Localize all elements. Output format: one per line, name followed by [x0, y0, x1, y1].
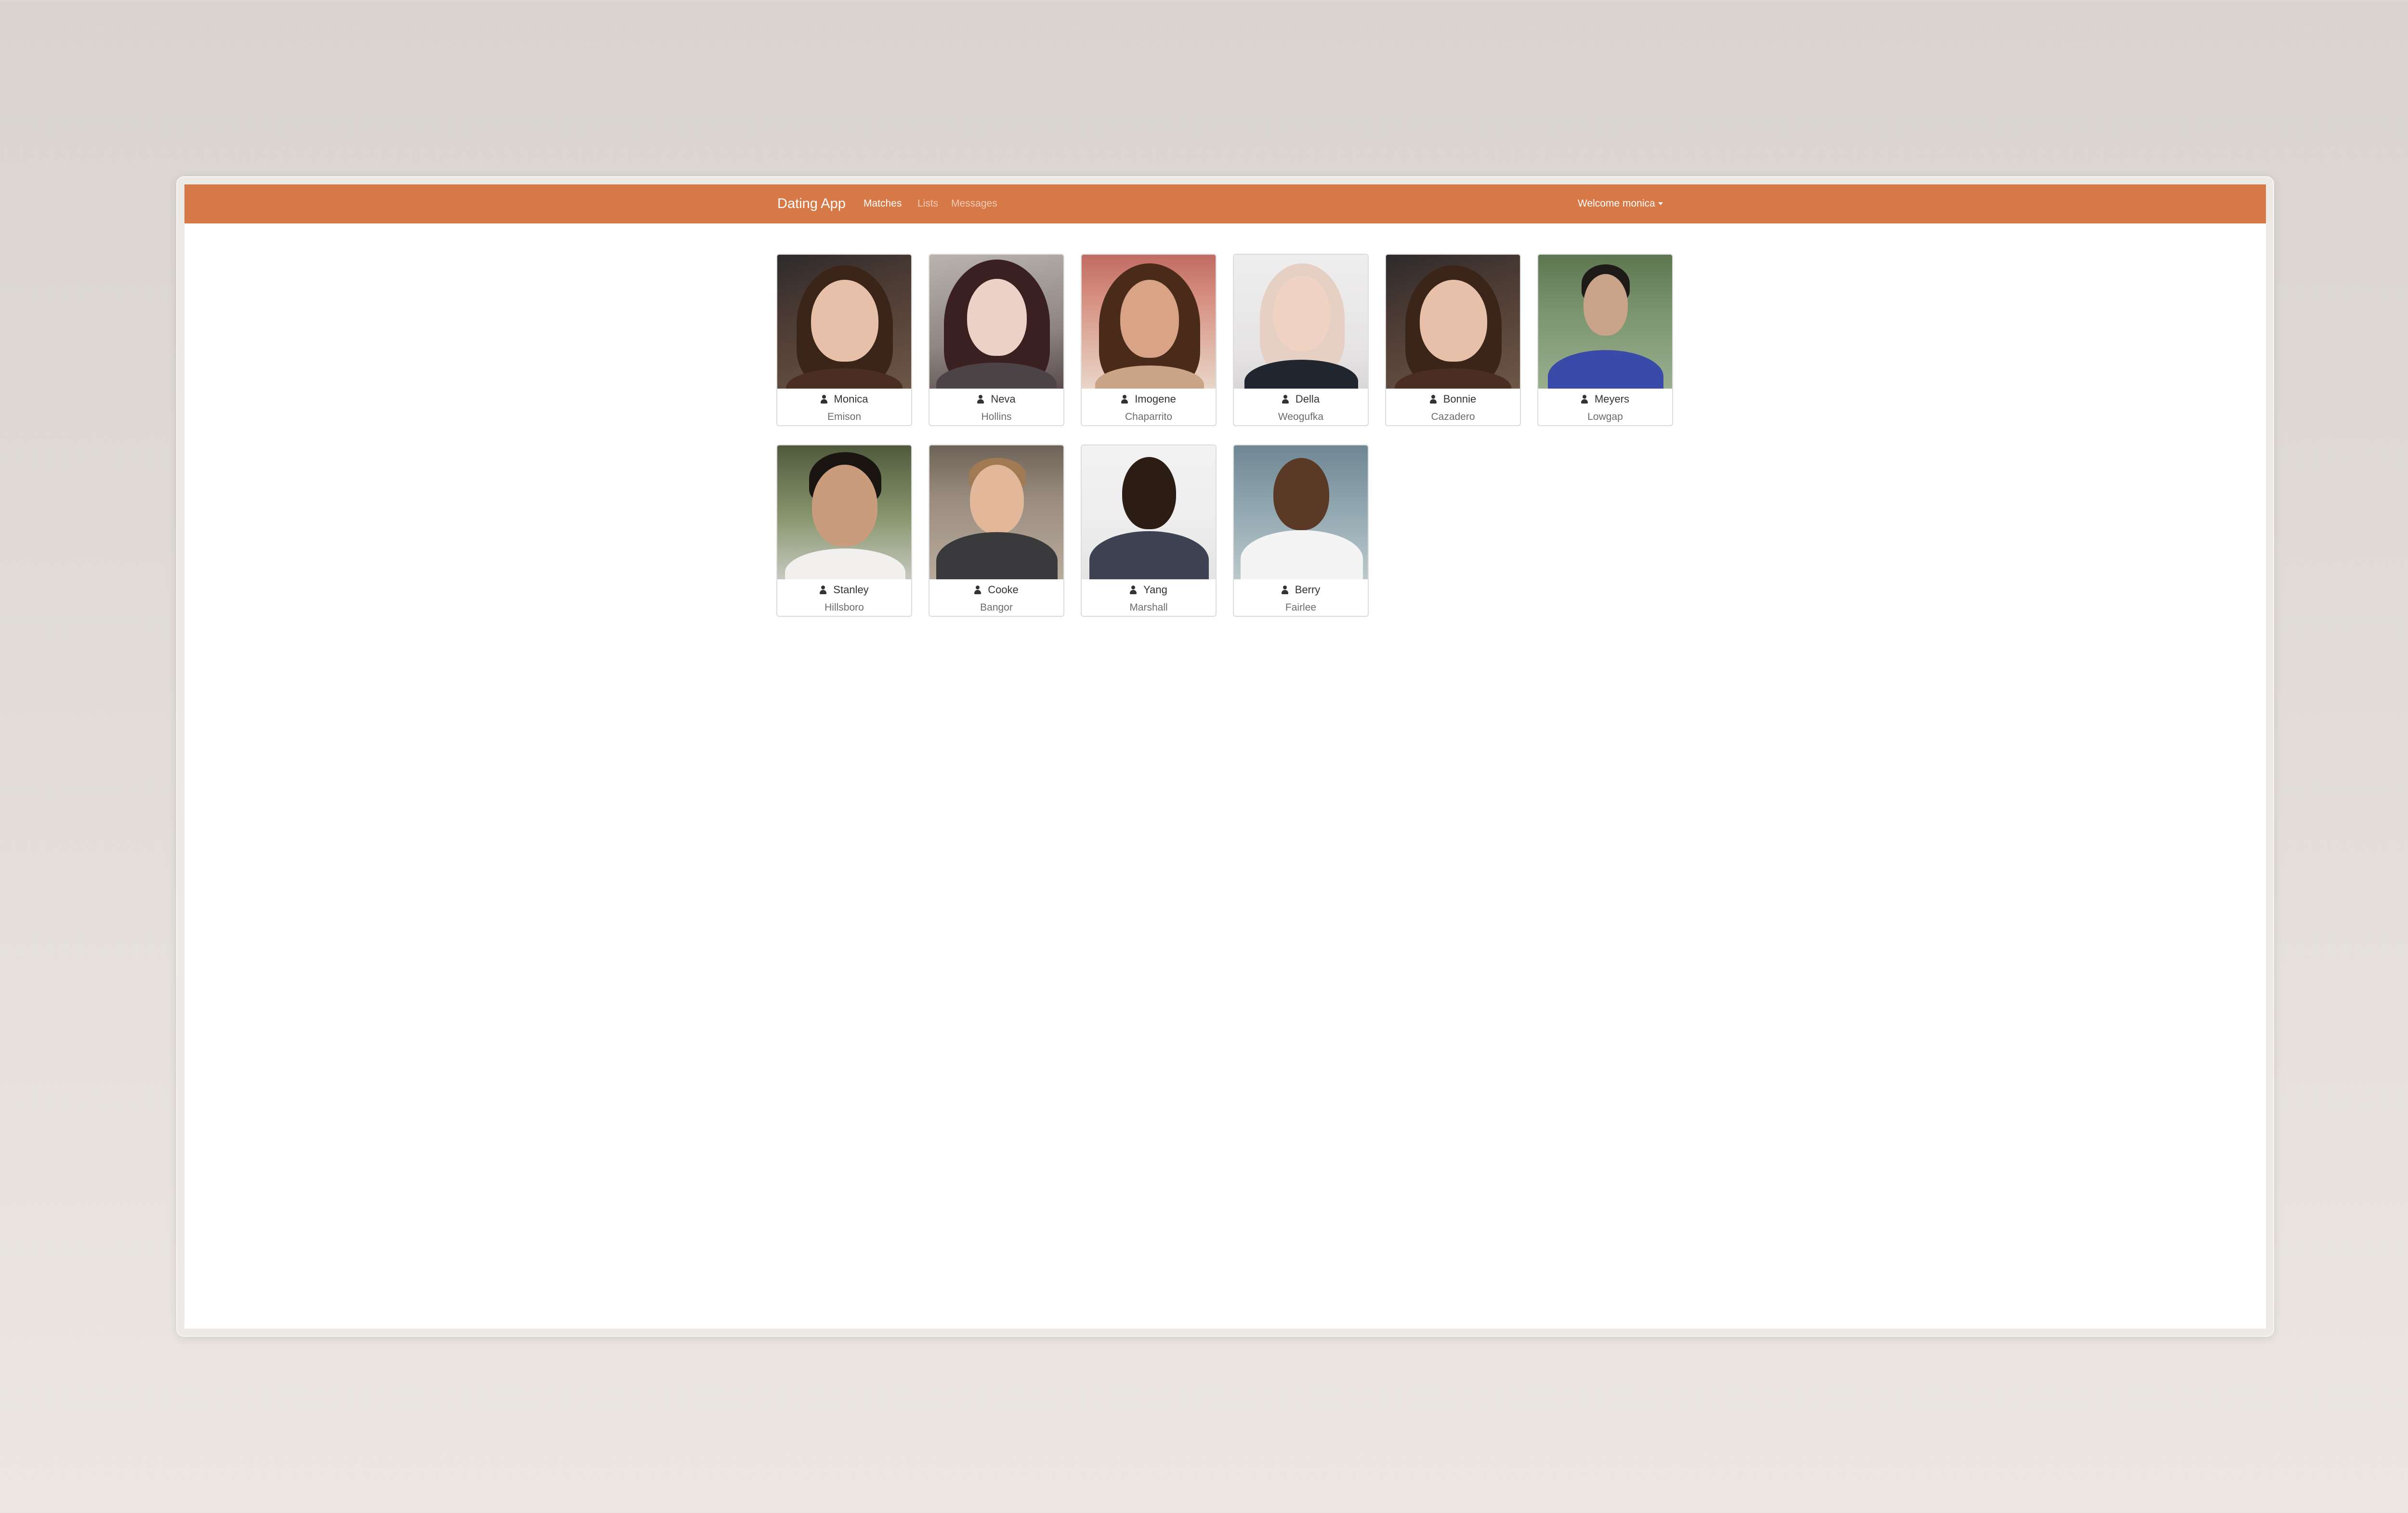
user-dropdown-toggle[interactable]: Welcome monica: [1578, 197, 1663, 210]
user-icon: [1282, 395, 1289, 404]
member-photo[interactable]: [1234, 255, 1368, 389]
member-photo[interactable]: [1082, 255, 1216, 389]
member-name: Berry: [1234, 584, 1368, 596]
member-city: Weogufka: [1278, 411, 1324, 422]
user-icon: [974, 586, 982, 594]
member-card[interactable]: Della Weogufka: [1233, 254, 1369, 426]
member-card[interactable]: Meyers Lowgap: [1537, 254, 1673, 426]
member-card[interactable]: Bonnie Cazadero: [1385, 254, 1521, 426]
member-card[interactable]: Berry Fairlee: [1233, 444, 1369, 617]
member-card[interactable]: Neva Hollins: [929, 254, 1064, 426]
member-name: Stanley: [777, 584, 911, 596]
brand-link[interactable]: Dating App: [777, 196, 846, 212]
member-name: Bonnie: [1386, 393, 1520, 405]
member-card[interactable]: Stanley Hillsboro: [776, 444, 912, 617]
member-card[interactable]: Imogene Chaparrito: [1081, 254, 1217, 426]
member-city: Fairlee: [1285, 602, 1317, 613]
welcome-text: Welcome monica: [1578, 198, 1655, 209]
member-photo[interactable]: [1386, 255, 1520, 389]
member-city: Hollins: [981, 411, 1012, 422]
member-city: Lowgap: [1587, 411, 1623, 422]
user-icon: [1281, 586, 1288, 594]
member-city: Bangor: [980, 602, 1013, 613]
nav-messages-link[interactable]: Messages: [951, 197, 997, 210]
member-card[interactable]: Monica Emison: [776, 254, 912, 426]
top-navbar: Dating App Matches Lists Messages Welcom…: [184, 184, 2266, 223]
app-window: Dating App Matches Lists Messages Welcom…: [184, 184, 2266, 1329]
nav-lists-link[interactable]: Lists: [917, 197, 938, 210]
member-city: Cazadero: [1431, 411, 1475, 422]
member-card[interactable]: Yang Marshall: [1081, 444, 1217, 617]
user-icon: [820, 395, 827, 404]
member-name: Meyers: [1538, 393, 1672, 405]
user-icon: [977, 395, 984, 404]
member-name: Cooke: [929, 584, 1063, 596]
member-city: Marshall: [1129, 602, 1168, 613]
member-photo[interactable]: [777, 445, 911, 579]
user-icon: [1121, 395, 1128, 404]
member-city: Chaparrito: [1125, 411, 1173, 422]
member-card[interactable]: Cooke Bangor: [929, 444, 1064, 617]
user-icon: [820, 586, 827, 594]
user-icon: [1429, 395, 1437, 404]
member-name: Neva: [929, 393, 1063, 405]
member-name: Monica: [777, 393, 911, 405]
member-name: Imogene: [1082, 393, 1216, 405]
member-city: Emison: [827, 411, 862, 422]
member-city: Hillsboro: [824, 602, 864, 613]
user-icon: [1130, 586, 1137, 594]
member-photo[interactable]: [929, 255, 1063, 389]
member-photo[interactable]: [777, 255, 911, 389]
nav-matches-link[interactable]: Matches: [864, 197, 902, 210]
caret-down-icon: [1658, 202, 1663, 206]
member-photo[interactable]: [1234, 445, 1368, 579]
member-photo[interactable]: [929, 445, 1063, 579]
member-photo[interactable]: [1538, 255, 1672, 389]
user-icon: [1581, 395, 1588, 404]
member-name: Della: [1234, 393, 1368, 405]
member-name: Yang: [1082, 584, 1216, 596]
member-photo[interactable]: [1082, 445, 1216, 579]
